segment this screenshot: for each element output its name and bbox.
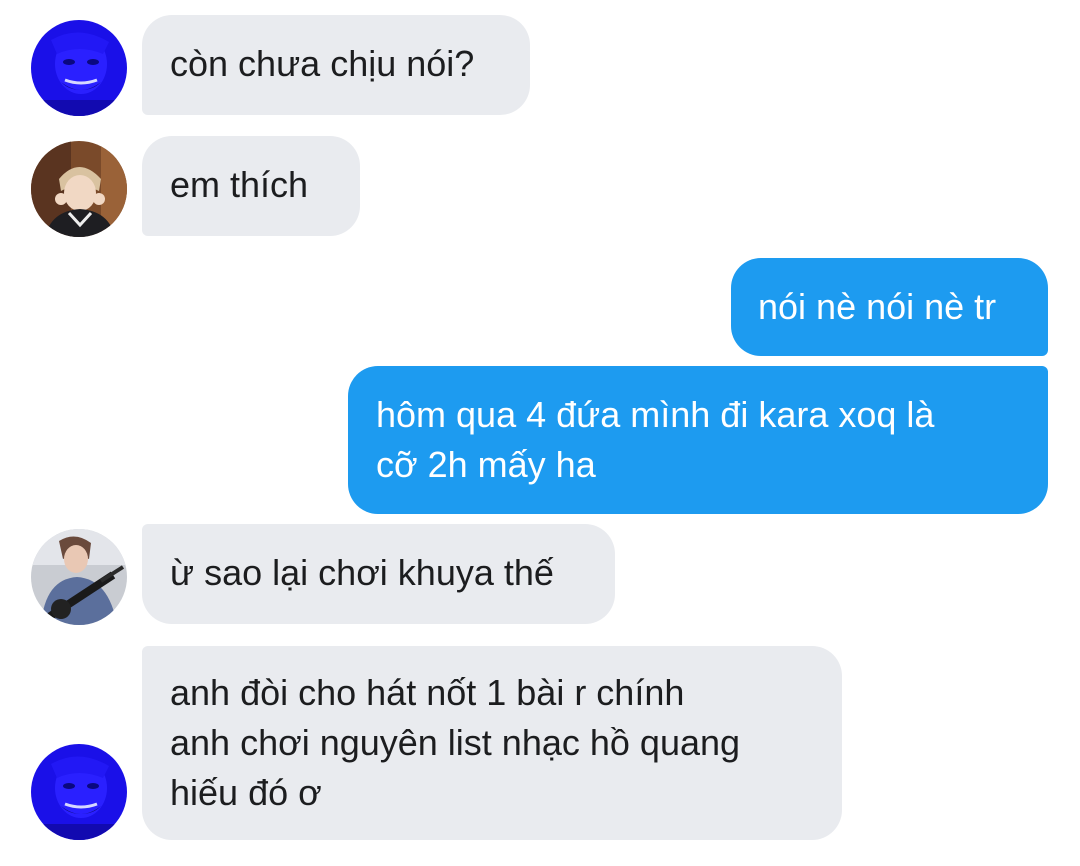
incoming-message-bubble[interactable]: ừ sao lại chơi khuya thế [142, 524, 615, 624]
message-line: anh chơi nguyên list nhạc hồ quang [170, 722, 741, 763]
message-line: hiếu đó ơ [170, 772, 322, 813]
outgoing-message-bubble[interactable]: hôm qua 4 đứa mình đi kara xoq là cỡ 2h … [348, 366, 1048, 514]
message-line: anh đòi cho hát nốt 1 bài r chính [170, 672, 685, 713]
incoming-message-bubble[interactable]: còn chưa chịu nói? [142, 15, 530, 115]
incoming-message-bubble[interactable]: anh đòi cho hát nốt 1 bài r chính anh ch… [142, 646, 842, 840]
guitar-photo-avatar-icon[interactable] [31, 529, 127, 625]
blue-avatar-icon[interactable] [31, 20, 127, 116]
message-line: hôm qua 4 đứa mình đi kara xoq là [376, 394, 935, 435]
message-text: ừ sao lại chơi khuya thế [170, 552, 554, 593]
message-text: còn chưa chịu nói? [170, 43, 475, 84]
blue-avatar-icon[interactable] [31, 744, 127, 840]
outgoing-message-bubble[interactable]: nói nè nói nè tr [731, 258, 1048, 356]
message-line: cỡ 2h mấy ha [376, 444, 596, 485]
message-text: em thích [170, 164, 309, 205]
incoming-message-bubble[interactable]: em thích [142, 136, 360, 236]
message-text: nói nè nói nè tr [758, 286, 997, 327]
person-photo-avatar-icon[interactable] [31, 141, 127, 237]
